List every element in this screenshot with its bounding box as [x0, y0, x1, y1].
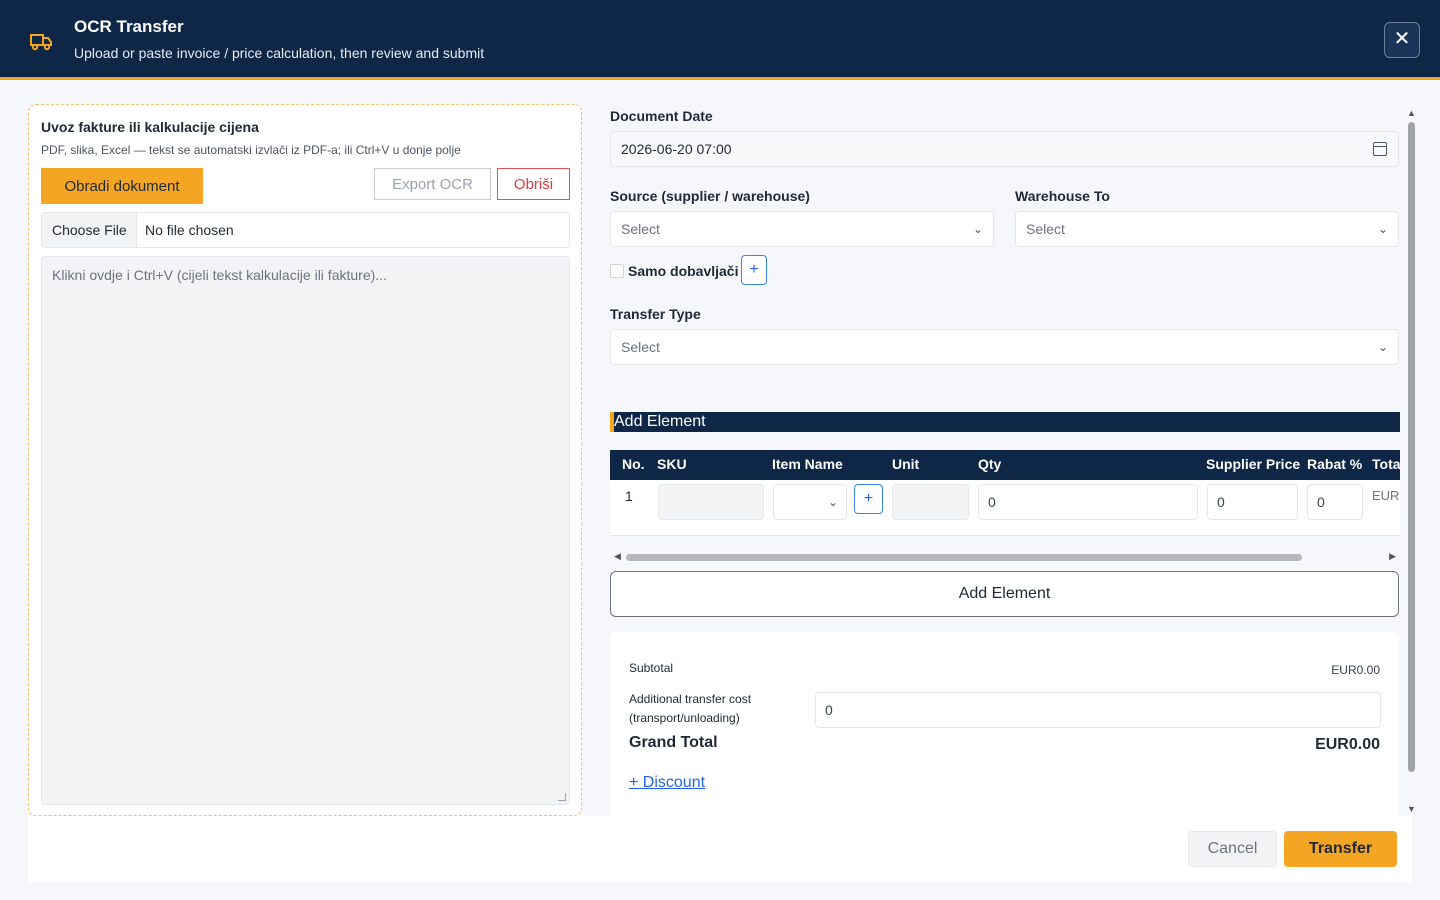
transfer-cost-label: Additional transfer cost: [629, 692, 752, 706]
source-select[interactable]: Select ⌄: [610, 211, 994, 247]
column-header-item-name: Item Name: [772, 456, 843, 472]
column-header-qty: Qty: [978, 456, 1002, 472]
add-element-section-title: Add Element: [610, 412, 1400, 432]
choose-file-button[interactable]: Choose File: [42, 213, 137, 247]
plus-icon: +: [749, 261, 759, 278]
unit-input[interactable]: [892, 484, 969, 520]
transfer-cost-sublabel: (transport/unloading): [629, 711, 740, 725]
chevron-down-icon: ⌄: [1377, 222, 1388, 236]
sku-input[interactable]: [658, 484, 764, 520]
row-number: 1: [625, 488, 633, 504]
subtotal-value: EUR0.00: [1331, 663, 1380, 677]
modal-subtitle: Upload or paste invoice / price calculat…: [74, 45, 485, 61]
add-element-button[interactable]: Add Element: [610, 571, 1399, 617]
plus-icon: +: [863, 490, 874, 507]
supplier-price-input[interactable]: 0: [1207, 484, 1298, 520]
rabat-input[interactable]: 0: [1307, 484, 1363, 520]
scroll-left-icon[interactable]: ◀: [614, 551, 621, 562]
paste-placeholder: Klikni ovdje i Ctrl+V (cijeli tekst kalk…: [52, 267, 387, 283]
scrollbar-thumb[interactable]: [1408, 122, 1415, 772]
column-header-total: Tota: [1372, 456, 1400, 472]
source-value: Select: [621, 221, 660, 237]
row-total: EUR: [1372, 488, 1400, 503]
table-row: 1 ⌄ + 0 0 0 EUR: [610, 480, 1400, 536]
process-document-button[interactable]: Obradi dokument: [41, 168, 203, 204]
transfer-cost-input[interactable]: 0: [815, 692, 1381, 728]
warehouse-to-select[interactable]: Select ⌄: [1015, 211, 1399, 247]
source-label: Source (supplier / warehouse): [610, 188, 810, 204]
transfer-type-value: Select: [621, 339, 660, 355]
scroll-down-icon[interactable]: ▼: [1407, 804, 1416, 814]
elements-table-header: No. SKU Item Name Unit Qty Supplier Pric…: [610, 450, 1400, 480]
document-date-input[interactable]: 2026-06-20 07:00: [610, 131, 1399, 167]
import-panel: Uvoz fakture ili kalkulacije cijena PDF,…: [28, 104, 582, 816]
add-item-button[interactable]: +: [854, 484, 883, 514]
warehouse-to-value: Select: [1026, 221, 1065, 237]
ocr-transfer-modal: OCR Transfer Upload or paste invoice / p…: [0, 0, 1440, 900]
scrollbar-thumb[interactable]: [626, 554, 1302, 561]
truck-icon: [30, 34, 52, 51]
document-date-value: 2026-06-20 07:00: [621, 141, 732, 157]
qty-input[interactable]: 0: [978, 484, 1198, 520]
close-icon: ✕: [1393, 28, 1411, 50]
transfer-type-label: Transfer Type: [610, 306, 701, 322]
only-suppliers-label: Samo dobavljači: [628, 263, 739, 279]
transfer-type-select[interactable]: Select ⌄: [610, 329, 1399, 365]
import-subtitle: PDF, slika, Excel — tekst se automatski …: [41, 143, 461, 157]
paste-textarea[interactable]: Klikni ovdje i Ctrl+V (cijeli tekst kalk…: [41, 256, 570, 805]
chevron-down-icon: ⌄: [1377, 340, 1388, 354]
scroll-right-icon[interactable]: ▶: [1389, 551, 1396, 562]
totals-card: Subtotal EUR0.00 Additional transfer cos…: [610, 632, 1399, 816]
chevron-down-icon: ⌄: [827, 495, 838, 509]
transfer-button[interactable]: Transfer: [1284, 831, 1397, 867]
subtotal-label: Subtotal: [629, 661, 674, 675]
modal-title: OCR Transfer: [74, 17, 184, 36]
close-button[interactable]: ✕: [1384, 22, 1420, 58]
import-title: Uvoz fakture ili kalkulacije cijena: [41, 119, 259, 135]
delete-button[interactable]: Obriši: [497, 168, 570, 200]
grand-total-label: Grand Total: [629, 734, 718, 751]
document-date-label: Document Date: [610, 108, 713, 124]
calendar-icon[interactable]: [1373, 142, 1387, 156]
vertical-scrollbar[interactable]: ▲ ▼: [1404, 108, 1418, 814]
modal-header: OCR Transfer Upload or paste invoice / p…: [0, 0, 1440, 80]
modal-footer: Cancel Transfer: [28, 816, 1412, 882]
column-header-unit: Unit: [892, 456, 920, 472]
scroll-up-icon[interactable]: ▲: [1407, 108, 1416, 118]
chevron-down-icon: ⌄: [972, 222, 983, 236]
only-suppliers-checkbox[interactable]: [610, 264, 624, 278]
add-discount-link[interactable]: + Discount: [629, 774, 705, 792]
warehouse-to-label: Warehouse To: [1015, 188, 1110, 204]
column-header-sku: SKU: [657, 456, 687, 472]
file-status: No file chosen: [145, 222, 234, 238]
cancel-button[interactable]: Cancel: [1188, 831, 1277, 867]
horizontal-scrollbar[interactable]: ◀ ▶: [610, 550, 1400, 564]
grand-total-value: EUR0.00: [1315, 736, 1380, 753]
resize-handle[interactable]: [558, 793, 566, 801]
column-header-rabat: Rabat %: [1307, 456, 1363, 472]
export-ocr-button[interactable]: Export OCR: [374, 168, 491, 200]
column-header-no: No.: [622, 456, 645, 472]
column-header-supplier-price: Supplier Price: [1206, 456, 1301, 472]
add-supplier-button[interactable]: +: [741, 255, 767, 285]
item-name-select[interactable]: ⌄: [773, 484, 847, 520]
file-input[interactable]: Choose File No file chosen: [41, 212, 570, 248]
transfer-form: Document Date 2026-06-20 07:00 Source (s…: [610, 104, 1400, 816]
